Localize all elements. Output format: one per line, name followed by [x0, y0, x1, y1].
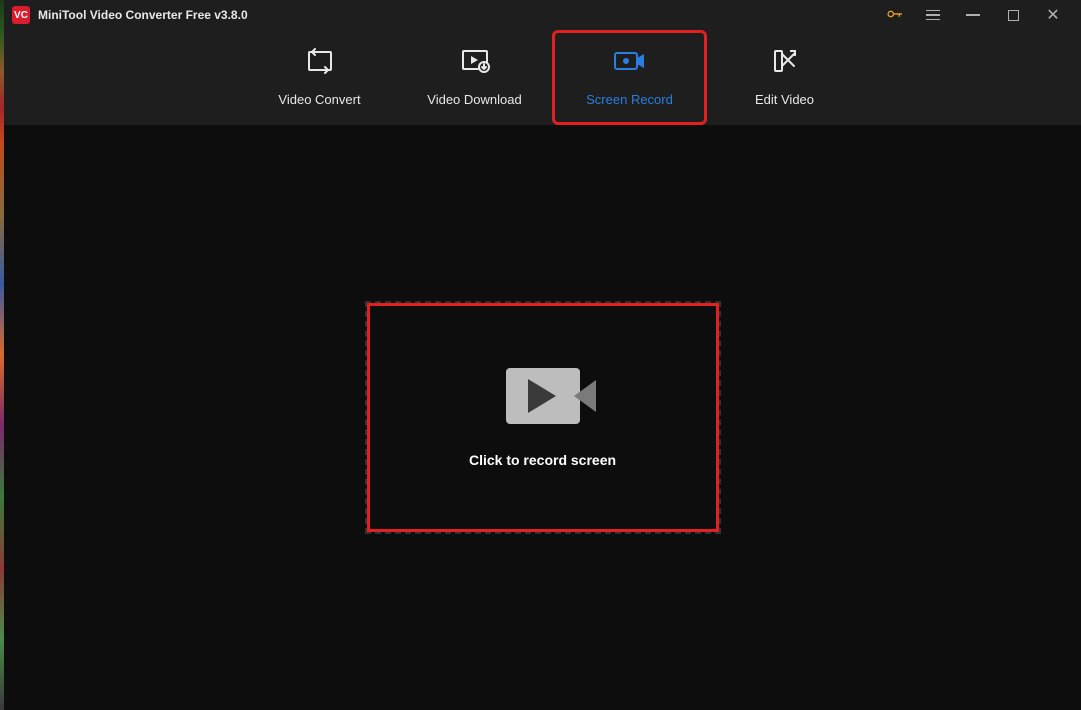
close-button[interactable]: ✕	[1033, 0, 1073, 30]
tab-label: Video Download	[427, 92, 521, 107]
record-prompt-label: Click to record screen	[469, 452, 616, 468]
maximize-icon	[1008, 10, 1019, 21]
upgrade-button[interactable]	[873, 0, 913, 30]
record-zone-dashed-border: Click to record screen	[365, 301, 721, 534]
minimize-button[interactable]	[953, 0, 993, 30]
play-triangle-icon	[528, 379, 556, 413]
key-icon	[881, 3, 906, 28]
record-icon	[613, 48, 647, 74]
window-left-edge	[0, 0, 4, 710]
tab-edit-video[interactable]: Edit Video	[707, 30, 862, 125]
app-logo-icon: VC	[12, 6, 30, 24]
title-bar: VC MiniTool Video Converter Free v3.8.0	[4, 0, 1081, 30]
main-content: Click to record screen	[4, 125, 1081, 710]
minimize-icon	[966, 14, 980, 16]
tab-label: Video Convert	[278, 92, 360, 107]
record-screen-button[interactable]: Click to record screen	[367, 303, 719, 532]
maximize-button[interactable]	[993, 0, 1033, 30]
close-icon: ✕	[1046, 5, 1059, 25]
tab-label: Edit Video	[755, 92, 814, 107]
app-title: MiniTool Video Converter Free v3.8.0	[38, 8, 248, 22]
edit-icon	[772, 48, 798, 74]
camera-icon	[506, 368, 580, 424]
convert-icon	[305, 48, 335, 74]
tab-label: Screen Record	[586, 92, 673, 107]
tab-bar: Video Convert Video Download	[4, 30, 1081, 125]
hamburger-icon	[926, 10, 940, 21]
tab-video-convert[interactable]: Video Convert	[242, 30, 397, 125]
app-window: VC MiniTool Video Converter Free v3.8.0	[4, 0, 1081, 710]
title-bar-controls: ✕	[873, 0, 1073, 30]
download-icon	[460, 48, 490, 74]
tab-spacer	[4, 30, 242, 125]
menu-button[interactable]	[913, 0, 953, 30]
tab-video-download[interactable]: Video Download	[397, 30, 552, 125]
tab-screen-record[interactable]: Screen Record	[552, 30, 707, 125]
